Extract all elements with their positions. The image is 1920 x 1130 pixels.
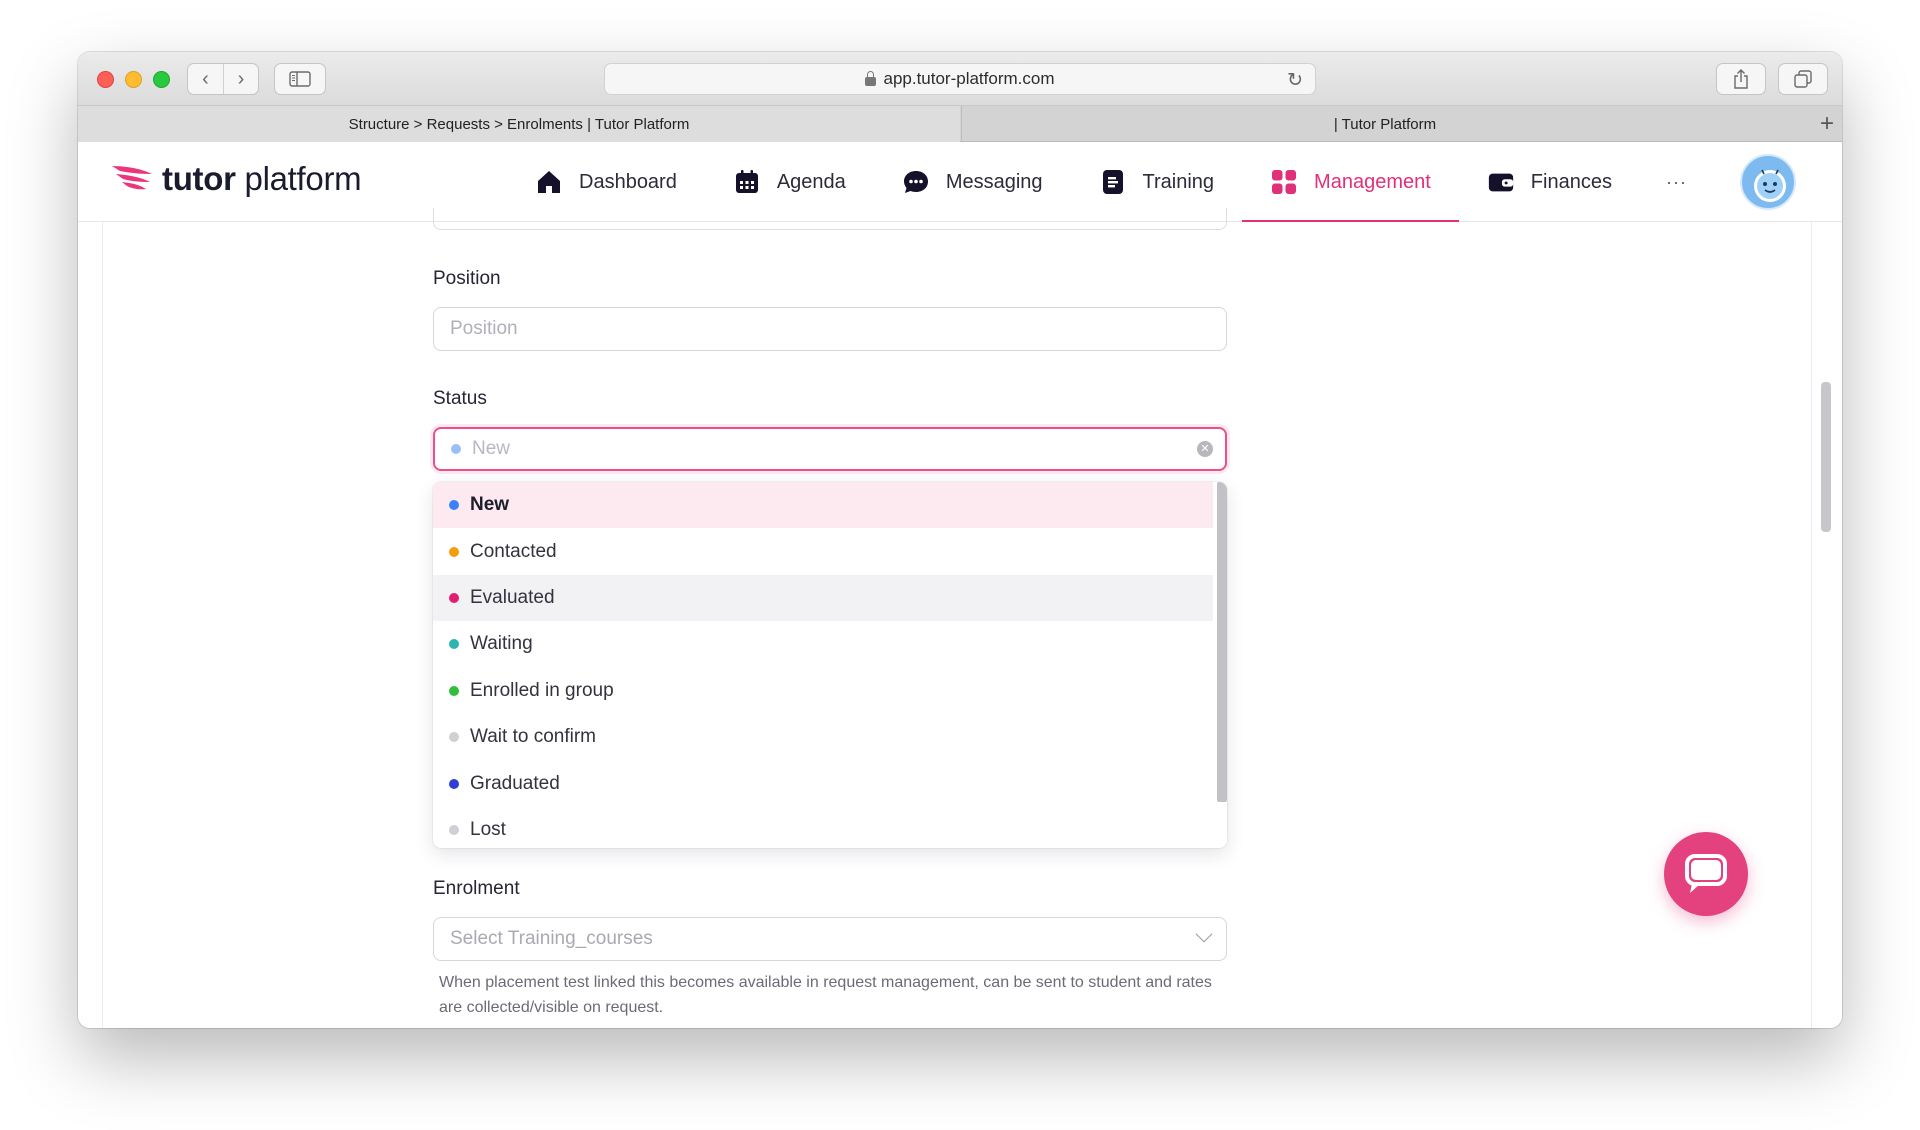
browser-tab[interactable]: | Tutor Platform	[961, 106, 1808, 142]
nav-finances[interactable]: Finances	[1459, 142, 1640, 222]
show-tabs-button[interactable]	[1778, 63, 1828, 95]
status-dot	[449, 546, 459, 557]
nav-messaging-label: Messaging	[945, 170, 1043, 193]
url-text: app.tutor-platform.com	[883, 69, 1055, 88]
status-dot	[449, 592, 459, 603]
robot-avatar-icon	[1754, 169, 1786, 202]
sidebar-toggle-button[interactable]	[274, 63, 326, 95]
avatar[interactable]	[1740, 154, 1796, 210]
zoom-window-button[interactable]	[153, 71, 170, 88]
home-icon	[535, 168, 563, 196]
status-color-dot	[451, 444, 461, 454]
minimize-window-button[interactable]	[125, 71, 142, 88]
status-option-graduated[interactable]: Graduated	[433, 760, 1213, 806]
status-dot	[449, 500, 459, 511]
status-option-label: Waiting	[470, 633, 533, 655]
status-dot	[449, 732, 459, 743]
lock-icon	[865, 70, 877, 86]
browser-tab-bar: Structure > Requests > Enrolments | Tuto…	[78, 106, 1842, 142]
app-page: tutor platform Dashboard Agenda Messagin…	[78, 142, 1842, 1028]
chat-icon	[1685, 854, 1727, 893]
forward-arrow-icon[interactable]: ›	[222, 64, 258, 94]
status-option-wait-to-confirm[interactable]: Wait to confirm	[433, 714, 1213, 760]
status-dot	[449, 778, 459, 789]
logo-wordmark: tutor platform	[162, 160, 362, 197]
sidebar-icon	[289, 71, 311, 87]
nav-management[interactable]: Management	[1242, 142, 1459, 223]
document-icon	[1099, 168, 1127, 196]
share-icon	[1734, 69, 1748, 89]
status-option-waiting[interactable]: Waiting	[433, 621, 1213, 667]
position-input[interactable]: Position	[433, 307, 1227, 351]
browser-window: ‹ › app.tutor-platform.com ↻ Structure >…	[78, 52, 1842, 1028]
enrolment-placeholder: Select Training_courses	[450, 928, 653, 949]
nav-training-label: Training	[1142, 170, 1215, 193]
browser-toolbar: ‹ › app.tutor-platform.com ↻	[78, 52, 1842, 106]
status-option-evaluated[interactable]: Evaluated	[433, 574, 1213, 622]
enrolment-select[interactable]: Select Training_courses	[433, 917, 1227, 961]
browser-tab-active[interactable]: Structure > Requests > Enrolments | Tuto…	[78, 106, 960, 142]
nav-more-button[interactable]: ···	[1640, 142, 1713, 222]
status-option-label: Contacted	[470, 540, 557, 562]
status-option-new[interactable]: New	[433, 482, 1213, 529]
status-option-lost[interactable]: Lost	[433, 807, 1213, 848]
status-selected-value: New	[472, 438, 511, 459]
address-bar[interactable]: app.tutor-platform.com ↻	[604, 63, 1316, 95]
chevron-down-icon	[1195, 925, 1213, 943]
status-option-label: Evaluated	[470, 586, 555, 608]
share-button[interactable]	[1716, 63, 1766, 95]
status-option-enrolled-in-group[interactable]: Enrolled in group	[433, 668, 1213, 714]
page-scrollbar[interactable]	[1821, 382, 1831, 532]
position-placeholder: Position	[450, 318, 518, 339]
calendar-icon	[733, 168, 761, 196]
status-option-label: New	[470, 494, 510, 516]
status-dot	[449, 639, 459, 650]
history-nav-group: ‹ ›	[187, 63, 259, 95]
previous-field-edge[interactable]	[433, 208, 1227, 230]
enrolment-label: Enrolment	[433, 878, 520, 899]
tabs-overview-icon	[1794, 70, 1812, 88]
new-tab-button[interactable]: +	[1820, 110, 1834, 138]
form-container: Position Position Status New ✕ New Conta…	[102, 208, 1831, 1028]
status-select[interactable]: New ✕	[433, 427, 1227, 471]
dropdown-scrollbar[interactable]	[1217, 482, 1227, 802]
nav-agenda-label: Agenda	[776, 170, 846, 193]
status-option-label: Lost	[470, 818, 506, 840]
reload-icon[interactable]: ↻	[1287, 69, 1303, 92]
wing-logo-icon	[112, 166, 152, 190]
chat-bubble-icon	[902, 168, 930, 196]
close-window-button[interactable]	[97, 71, 114, 88]
nav-finances-label: Finances	[1530, 170, 1612, 193]
status-option-label: Graduated	[470, 772, 560, 794]
logo[interactable]: tutor platform	[110, 160, 362, 198]
nav-management-label: Management	[1314, 170, 1431, 193]
status-option-contacted[interactable]: Contacted	[433, 528, 1213, 574]
nav-dashboard-label: Dashboard	[579, 170, 677, 193]
enrolment-help-text: When placement test linked this becomes …	[439, 974, 1212, 1016]
status-dropdown: New Contacted Evaluated Waiting Enrolled…	[433, 482, 1227, 848]
position-label: Position	[433, 268, 501, 289]
clear-icon[interactable]: ✕	[1197, 441, 1213, 457]
grid-icon	[1270, 168, 1298, 196]
wallet-icon	[1487, 168, 1515, 196]
back-arrow-icon[interactable]: ‹	[188, 64, 223, 94]
status-dot	[449, 685, 459, 696]
status-label: Status	[433, 388, 487, 409]
status-option-label: Wait to confirm	[470, 726, 596, 748]
support-chat-button[interactable]	[1664, 832, 1748, 916]
status-option-label: Enrolled in group	[470, 679, 614, 701]
status-dot	[449, 824, 459, 835]
